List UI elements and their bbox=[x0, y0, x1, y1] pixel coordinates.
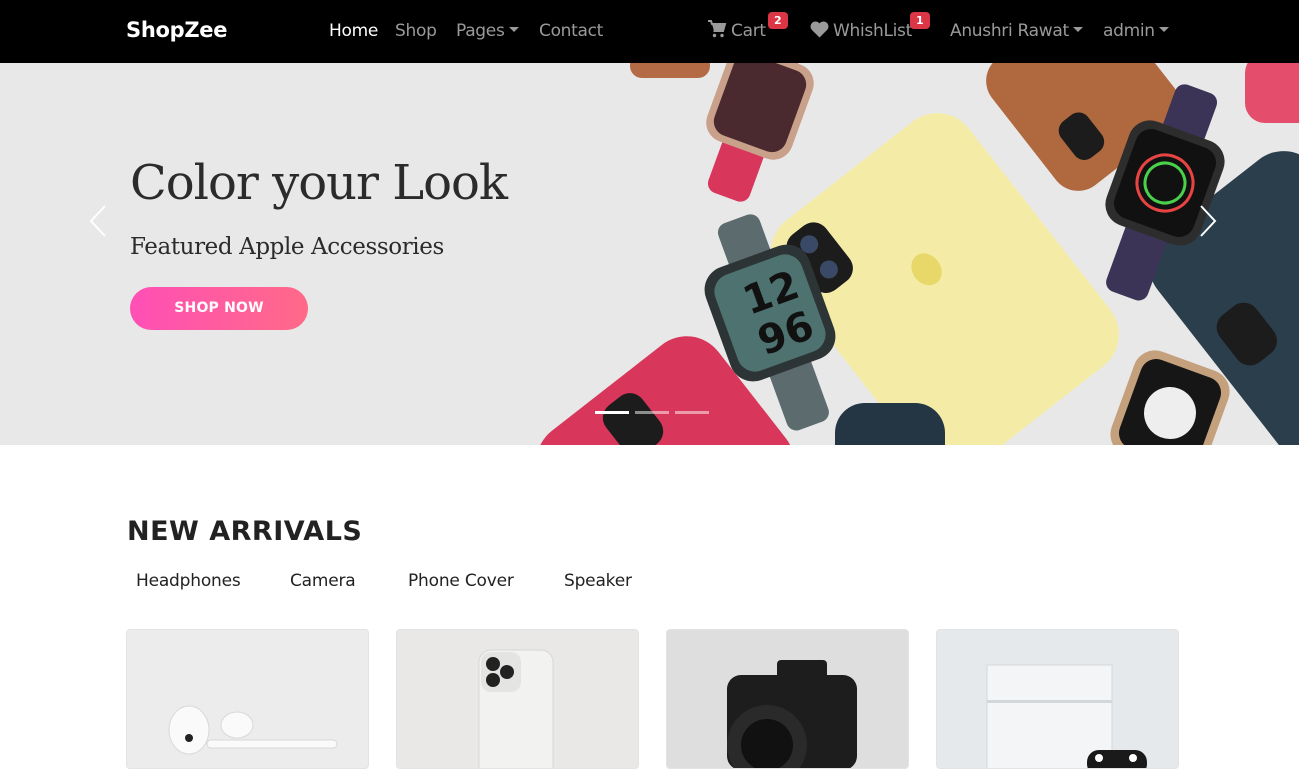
admin-menu-dropdown[interactable]: admin bbox=[1103, 21, 1169, 41]
heart-icon bbox=[810, 20, 829, 37]
carousel-next-icon[interactable] bbox=[1198, 203, 1218, 239]
product-image-airpods bbox=[127, 630, 368, 768]
nav-wishlist[interactable]: WhishList bbox=[810, 20, 912, 41]
carousel-prev-icon[interactable] bbox=[88, 203, 108, 239]
product-image-iphone bbox=[397, 630, 638, 768]
nav-contact[interactable]: Contact bbox=[539, 21, 603, 41]
hero-carousel: 12 96 Color your Look Featured Apple Acc… bbox=[0, 63, 1299, 445]
nav-pages-dropdown[interactable]: Pages bbox=[456, 21, 519, 41]
product-card[interactable] bbox=[396, 629, 639, 769]
nav-cart[interactable]: Cart bbox=[707, 20, 766, 41]
hero-subtitle: Featured Apple Accessories bbox=[130, 234, 444, 260]
user-menu-dropdown[interactable]: Anushri Rawat bbox=[950, 21, 1083, 41]
wishlist-label: WhishList bbox=[833, 21, 912, 41]
nav-shop[interactable]: Shop bbox=[395, 21, 437, 41]
cart-label: Cart bbox=[731, 21, 766, 41]
product-image-game-console bbox=[937, 630, 1178, 768]
nav-home[interactable]: Home bbox=[329, 21, 378, 41]
shop-now-button[interactable]: SHOP NOW bbox=[130, 287, 308, 330]
nav-pages-label: Pages bbox=[456, 21, 505, 41]
chevron-down-icon bbox=[1158, 27, 1169, 32]
admin-menu-label: admin bbox=[1103, 21, 1155, 41]
user-menu-label: Anushri Rawat bbox=[950, 21, 1069, 41]
category-tab-phone-cover[interactable]: Phone Cover bbox=[408, 571, 514, 591]
cart-count-badge: 2 bbox=[768, 12, 788, 29]
carousel-indicator-3[interactable] bbox=[675, 411, 709, 414]
wishlist-count-badge: 1 bbox=[910, 12, 930, 29]
cart-icon bbox=[708, 20, 727, 38]
navbar: ShopZee Home Shop Pages Contact Cart 2 W… bbox=[0, 0, 1299, 63]
new-arrivals-title: NEW ARRIVALS bbox=[127, 516, 363, 547]
product-card[interactable] bbox=[936, 629, 1179, 769]
carousel-indicator-2[interactable] bbox=[635, 411, 669, 414]
hero-title: Color your Look bbox=[130, 155, 508, 211]
chevron-down-icon bbox=[508, 27, 519, 32]
carousel-indicator-1[interactable] bbox=[595, 411, 629, 414]
product-image-camera bbox=[667, 630, 908, 768]
brand-logo[interactable]: ShopZee bbox=[126, 18, 227, 42]
product-card[interactable] bbox=[126, 629, 369, 769]
product-card[interactable] bbox=[666, 629, 909, 769]
chevron-down-icon bbox=[1072, 27, 1083, 32]
category-tab-headphones[interactable]: Headphones bbox=[136, 571, 241, 591]
category-tab-camera[interactable]: Camera bbox=[290, 571, 356, 591]
category-tab-speaker[interactable]: Speaker bbox=[564, 571, 632, 591]
